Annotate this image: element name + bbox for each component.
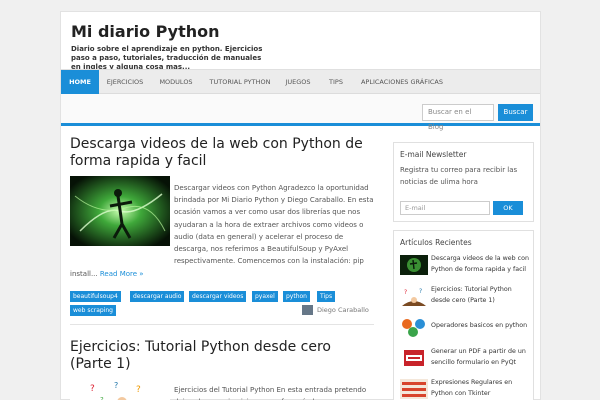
recent-article-item[interactable]: Operadores basicos en python <box>400 316 532 340</box>
recent-articles-title: Artículos Recientes <box>400 238 472 247</box>
author-name: Diego Caraballo <box>317 306 369 314</box>
recent-article-thumbnail: ? ? <box>400 286 428 306</box>
nav-item-home[interactable]: HOME <box>61 70 99 94</box>
site-header: Mi diario Python Diario sobre el aprendi… <box>61 12 540 71</box>
post-thumbnail[interactable]: ? ? ? ? <box>70 378 170 400</box>
newsletter-text: Registra tu correo para recibir las noti… <box>400 166 518 186</box>
nav-item-tips[interactable]: TIPS <box>323 70 349 94</box>
recent-article-title[interactable]: Operadores basicos en python <box>431 321 531 332</box>
recent-articles-widget: Artículos Recientes Descarga videos de l… <box>393 230 534 400</box>
post-divider <box>70 324 374 325</box>
tag-pyaxel[interactable]: pyaxel <box>252 291 278 302</box>
page-container: Mi diario Python Diario sobre el aprendi… <box>60 11 541 400</box>
recent-article-title[interactable]: Descarga videos de la web con Python de … <box>431 254 531 275</box>
svg-text:?: ? <box>419 288 422 295</box>
recent-article-title[interactable]: Generar un PDF a partir de un sencillo f… <box>431 347 531 368</box>
site-description: Diario sobre el aprendizaje en python. E… <box>71 45 263 71</box>
post-excerpt-end-text: install... <box>70 270 98 278</box>
post-excerpt: Ejercicios del Tutorial Python En esta e… <box>174 386 367 400</box>
recent-article-thumbnail <box>400 348 428 368</box>
author-avatar <box>302 305 313 315</box>
site-title[interactable]: Mi diario Python <box>71 22 220 41</box>
tag-web-scraping[interactable]: web scraping <box>70 305 116 316</box>
recent-article-thumbnail <box>400 379 428 399</box>
tag-tips[interactable]: Tips <box>317 291 336 302</box>
recent-article-thumbnail <box>400 317 428 337</box>
nav-item-modulos[interactable]: MODULOS <box>153 70 199 94</box>
read-more-link[interactable]: Read More » <box>100 270 144 278</box>
nav-item-juegos[interactable]: JUEGOS <box>281 70 315 94</box>
nav-item-tutorial-python[interactable]: TUTORIAL PYTHON <box>205 70 275 94</box>
main-nav: HOME EJERCICIOS MODULOS TUTORIAL PYTHON … <box>61 69 540 94</box>
recent-article-item[interactable]: Descarga videos de la web con Python de … <box>400 254 532 278</box>
svg-text:?: ? <box>404 289 407 296</box>
newsletter-title: E-mail Newsletter <box>400 150 467 159</box>
search-button[interactable]: Buscar <box>498 104 533 121</box>
svg-text:?: ? <box>90 384 95 394</box>
svg-text:?: ? <box>114 381 118 390</box>
recent-article-item[interactable]: Generar un PDF a partir de un sencillo f… <box>400 347 532 371</box>
search-input[interactable]: Buscar en el Blog <box>422 104 494 131</box>
post-excerpt: Descargar videos con Python Agradezco la… <box>174 184 374 266</box>
post-author[interactable]: Diego Caraballo <box>302 305 369 315</box>
tag-python[interactable]: python <box>283 291 310 302</box>
newsletter-ok-button[interactable]: OK <box>493 201 523 215</box>
tag-descargar-videos[interactable]: descargar videos <box>189 291 247 302</box>
nav-item-aplicaciones-graficas[interactable]: APLICACIONES GRÁFICAS <box>357 70 447 94</box>
recent-article-title[interactable]: Ejercicios: Tutorial Python desde cero (… <box>431 285 531 306</box>
recent-article-thumbnail <box>400 255 428 275</box>
svg-text:?: ? <box>100 396 104 400</box>
newsletter-widget: E-mail Newsletter Registra tu correo par… <box>393 142 534 222</box>
post-excerpt-end: install... Read More » <box>70 268 370 280</box>
recent-article-item[interactable]: ? ? Ejercicios: Tutorial Python desde ce… <box>400 285 532 309</box>
email-input[interactable]: E-mail <box>400 201 490 215</box>
tag-beautifulsoup4[interactable]: beautifulsoup4 <box>70 291 121 302</box>
post-title[interactable]: Descarga videos de la web con Python de … <box>70 136 375 170</box>
svg-text:?: ? <box>136 385 141 395</box>
search-bar: Buscar en el Blog Buscar <box>61 94 540 131</box>
post-title[interactable]: Ejercicios: Tutorial Python desde cero (… <box>70 339 375 373</box>
recent-article-title[interactable]: Expresiones Regulares en Python con Tkin… <box>431 378 531 399</box>
tag-descargar-audio[interactable]: descargar audio <box>130 291 185 302</box>
nav-item-ejercicios[interactable]: EJERCICIOS <box>103 70 147 94</box>
post-thumbnail[interactable] <box>70 176 170 246</box>
recent-article-item[interactable]: Expresiones Regulares en Python con Tkin… <box>400 378 532 400</box>
